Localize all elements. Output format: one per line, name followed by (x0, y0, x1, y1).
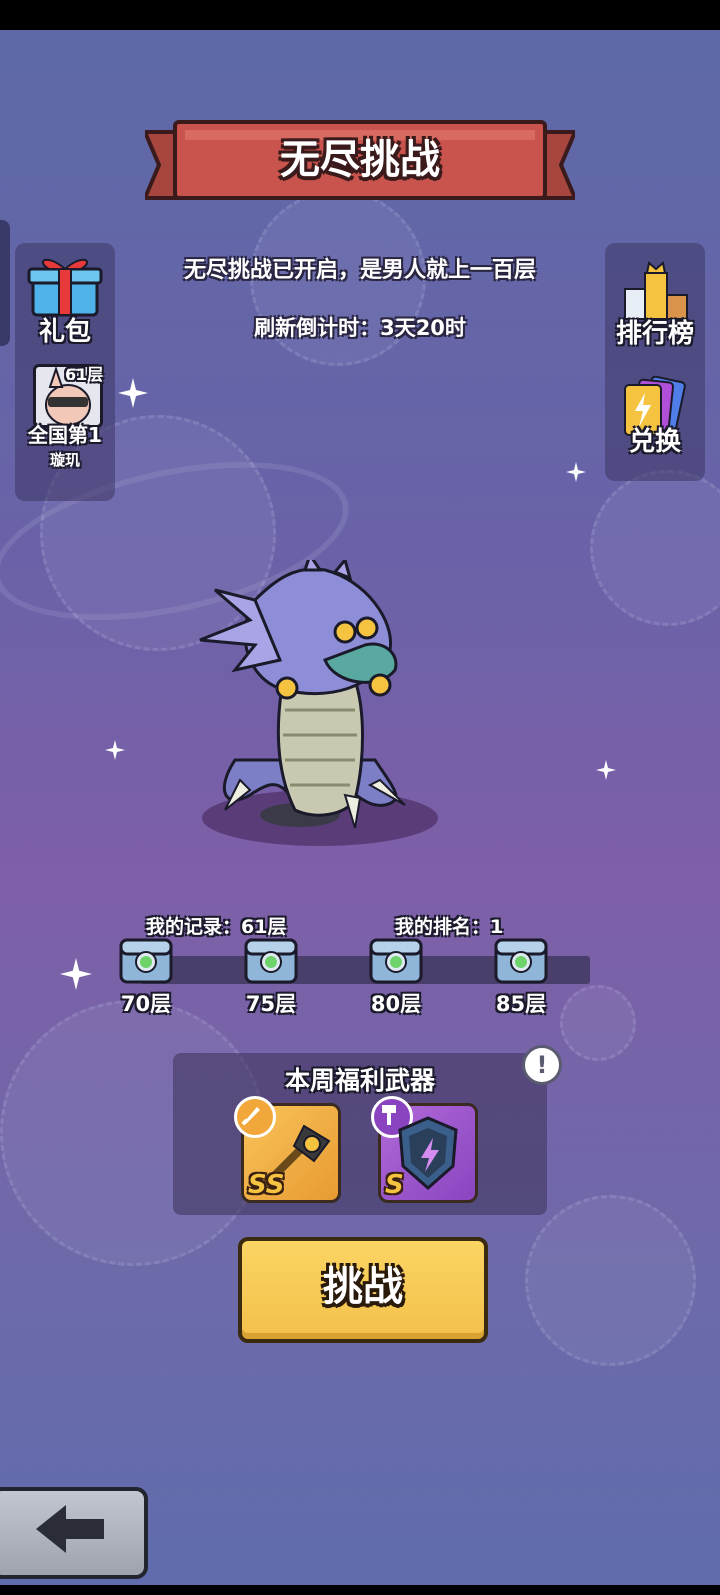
back-arrow-icon (36, 1505, 104, 1553)
planet-decoration (525, 1195, 696, 1366)
challenge-button[interactable]: 挑战 (238, 1237, 488, 1343)
milestone-label: 75层 (245, 992, 297, 1016)
milestone-label: 80层 (370, 992, 422, 1016)
planet-decoration (560, 985, 636, 1061)
milestone-chest-icon[interactable] (118, 934, 174, 986)
top-player-name: 璇玑 (49, 451, 80, 469)
planet-decoration (590, 470, 720, 626)
top-player-button[interactable]: 61层 全国第1 璇玑 (15, 361, 115, 491)
sparkle-icon (105, 740, 125, 760)
status-bar (0, 0, 720, 30)
weekly-weapons-title: 本周福利武器 (284, 1066, 435, 1095)
weapon-card-ss[interactable]: SS (234, 1096, 341, 1203)
info-icon[interactable]: ! (522, 1045, 562, 1085)
gift-icon (27, 258, 103, 317)
milestone-chest-icon[interactable] (243, 934, 299, 986)
left-side-panel: 礼包 61层 全国第1 璇玑 (15, 243, 115, 501)
boss-monster-image (199, 560, 438, 846)
weapon-card-s[interactable]: S (371, 1096, 478, 1203)
gift-button[interactable]: 礼包 (15, 253, 115, 348)
top-player-floor: 61层 (65, 365, 104, 384)
exchange-label: 兑换 (628, 427, 681, 457)
milestone-chest-icon[interactable] (368, 934, 424, 986)
gift-label: 礼包 (38, 317, 91, 347)
leaderboard-label: 排行榜 (615, 319, 694, 349)
challenge-label: 挑战 (323, 1264, 403, 1310)
weapon-grade: SS (248, 1170, 285, 1200)
title-banner: 无尽挑战 (141, 118, 579, 210)
exchange-button[interactable]: 兑换 (605, 375, 705, 475)
navigation-bar (0, 1585, 720, 1595)
sparkle-icon (118, 378, 148, 408)
back-button[interactable] (0, 1487, 148, 1579)
sparkle-icon (596, 760, 616, 780)
sparkle-icon (60, 958, 92, 990)
page-title: 无尽挑战 (280, 137, 440, 183)
milestone-label: 70层 (120, 992, 172, 1016)
weekly-weapons-panel: 本周福利武器 SS S (173, 1053, 547, 1215)
sparkle-icon (566, 462, 586, 482)
top-player-rank: 全国第1 (28, 423, 102, 447)
leaderboard-button[interactable]: 排行榜 (605, 261, 705, 351)
trophy-icon (624, 261, 688, 320)
milestone-chest-icon[interactable] (493, 934, 549, 986)
milestone-label: 85层 (495, 992, 547, 1016)
weapon-grade: S (385, 1170, 404, 1200)
right-side-panel: 排行榜 兑换 (605, 243, 705, 481)
